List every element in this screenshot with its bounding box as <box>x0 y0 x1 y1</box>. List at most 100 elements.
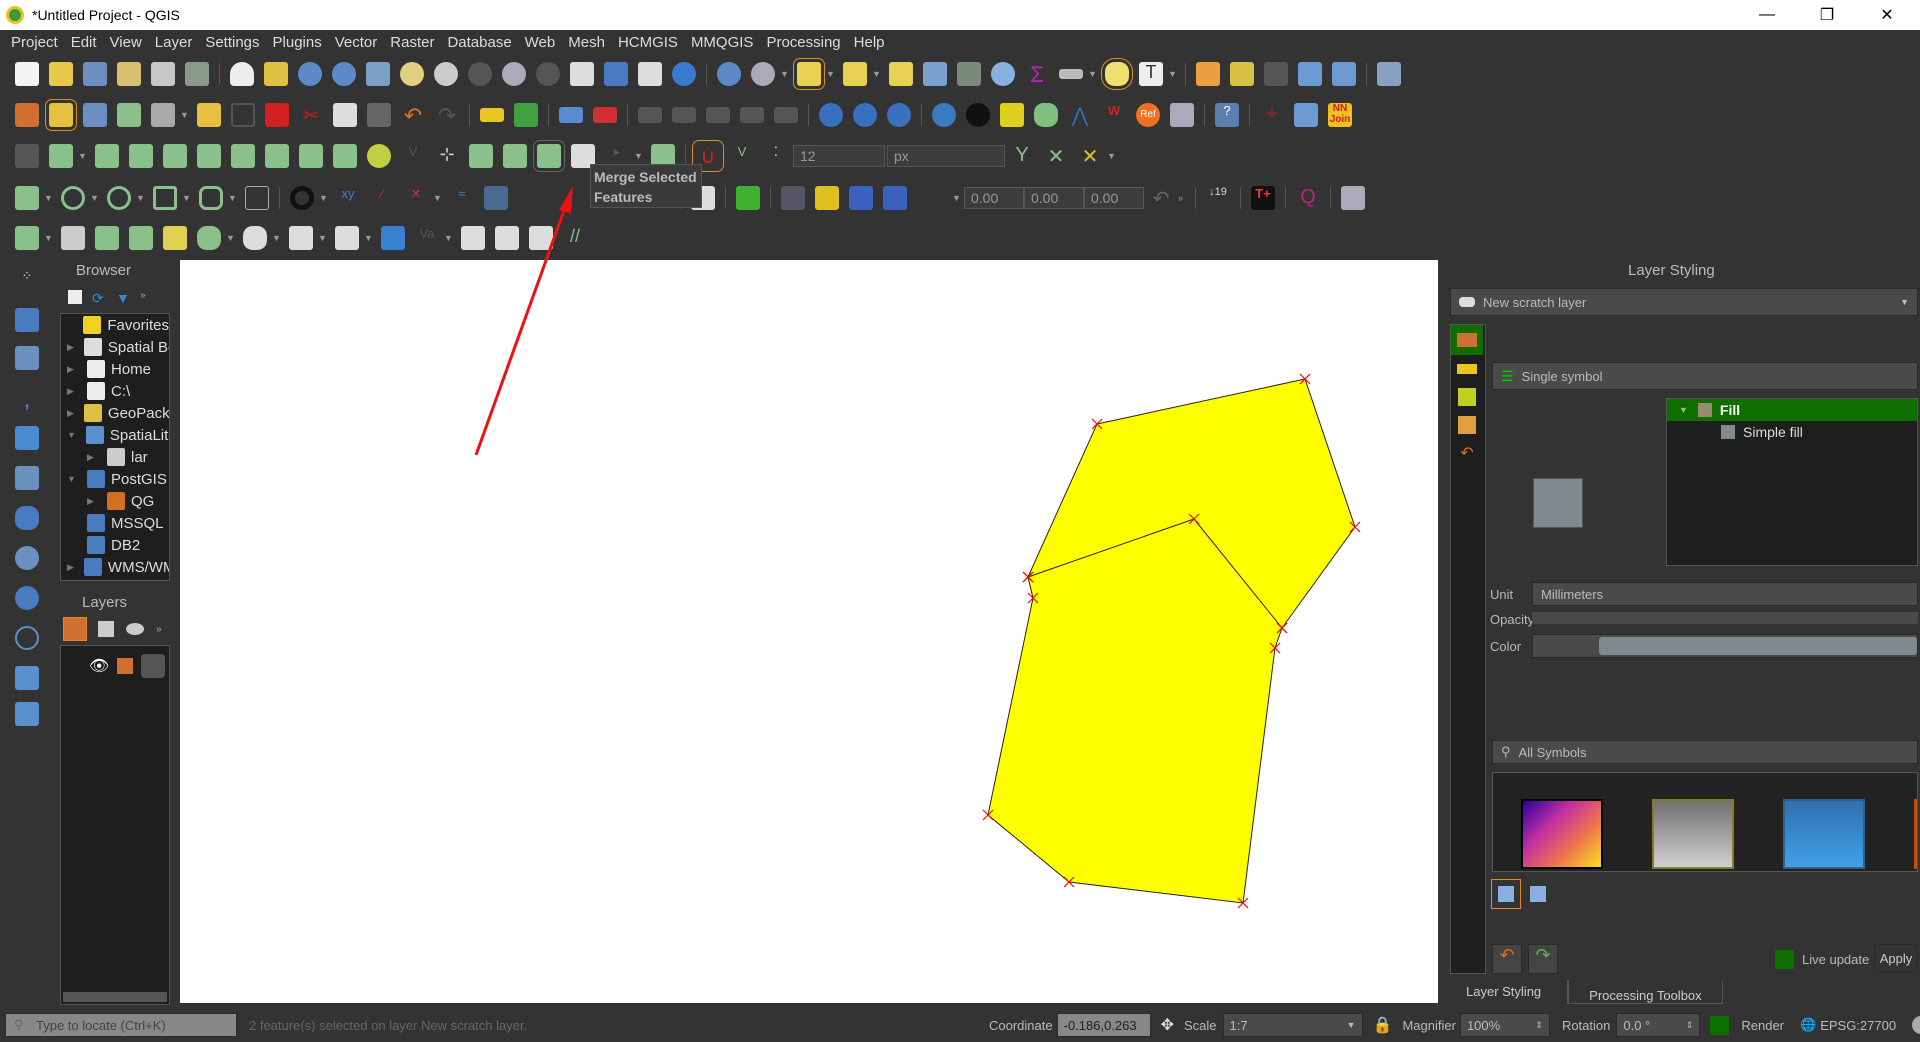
split-parts-icon[interactable] <box>367 144 391 168</box>
menu-plugins[interactable]: Plugins <box>273 34 322 51</box>
cut-features-icon[interactable]: ✂ <box>299 103 323 127</box>
expand-arrow-icon[interactable]: ▶ <box>67 342 74 353</box>
add-wms-icon[interactable] <box>15 546 39 570</box>
pin-labels-icon[interactable] <box>559 107 583 123</box>
history-tab[interactable]: ↶ <box>1451 439 1483 467</box>
lock-scale-icon[interactable]: 🔒 <box>1373 1015 1393 1035</box>
expand-arrow-icon[interactable]: ▶ <box>87 496 97 507</box>
layout-manager-icon[interactable] <box>151 62 175 86</box>
quickmapservices-icon[interactable] <box>1034 103 1058 127</box>
delete-selected-icon[interactable] <box>265 103 289 127</box>
layer-row-new-scratch-layer[interactable]: 👁 <box>89 654 166 678</box>
snap-geom-icon[interactable] <box>289 226 313 250</box>
processing-toolbox-icon[interactable] <box>991 62 1015 86</box>
renderer-combo[interactable]: ☰ Single symbol <box>1492 362 1918 390</box>
new-virtual-layer-icon[interactable] <box>1377 62 1401 86</box>
zoom-next-icon[interactable] <box>536 62 560 86</box>
symbol-gradient-gray[interactable] <box>1652 799 1734 869</box>
symbol-tree-fill-row[interactable]: ▼ Fill <box>1667 399 1917 421</box>
style-manager-icon[interactable] <box>185 62 209 86</box>
identify-features-icon[interactable] <box>717 62 741 86</box>
merge-attributes-icon[interactable] <box>503 144 527 168</box>
browser-item[interactable]: DB2 <box>61 534 169 556</box>
simplify-feature-icon[interactable] <box>299 144 323 168</box>
select-by-expression-icon[interactable] <box>843 62 867 86</box>
xy-tool-icon[interactable]: xy <box>336 186 360 210</box>
labels-tab[interactable] <box>1451 355 1483 383</box>
filter-browser-icon[interactable]: ▼ <box>116 290 130 306</box>
symbol-search-input[interactable]: ⚲ All Symbols <box>1492 740 1918 764</box>
add-wcs-icon[interactable] <box>15 586 39 610</box>
menu-mesh[interactable]: Mesh <box>568 34 605 51</box>
redo-icon[interactable]: ↷ <box>435 103 459 128</box>
browser-item[interactable]: MSSQL <box>61 512 169 534</box>
add-spatialite-layer-icon[interactable] <box>15 426 39 450</box>
vertex-tool-icon[interactable] <box>151 103 175 127</box>
vertex-analysis-icon[interactable]: Va <box>415 226 439 250</box>
shape-d-icon[interactable] <box>495 226 519 250</box>
list-view-button[interactable] <box>1524 880 1552 908</box>
shape-s-icon[interactable] <box>529 226 553 250</box>
fill-ring-icon[interactable] <box>129 144 153 168</box>
manage-visibility-icon[interactable] <box>126 623 144 635</box>
add-circle-icon[interactable] <box>61 186 85 210</box>
plugin-tool-icon[interactable] <box>1170 103 1194 127</box>
transform-z-input[interactable]: 0.00 <box>1084 187 1144 209</box>
current-edits-icon[interactable] <box>15 103 39 127</box>
undo-style-button[interactable]: ↶ <box>1492 944 1522 974</box>
zoom-full-icon[interactable] <box>366 62 390 86</box>
live-update-checkbox[interactable] <box>1775 950 1794 969</box>
new-print-layout-icon[interactable] <box>117 62 141 86</box>
undo-icon[interactable]: ↶ <box>401 103 425 128</box>
menu-edit[interactable]: Edit <box>71 34 97 51</box>
scale-combo[interactable]: 1:7 ▼ <box>1222 1013 1363 1037</box>
symbol-gradient-orange[interactable] <box>1914 799 1917 869</box>
measure-tool-icon[interactable] <box>484 186 508 210</box>
add-selected-layers-icon[interactable] <box>68 290 82 304</box>
wkt-icon[interactable]: W <box>1102 103 1126 127</box>
menu-help[interactable]: Help <box>854 34 885 51</box>
menu-processing[interactable]: Processing <box>766 34 840 51</box>
symbology-tab[interactable] <box>1451 325 1483 355</box>
label-toolbar-icon[interactable] <box>480 108 504 122</box>
parallel-icon[interactable]: // <box>563 226 587 250</box>
expand-arrow-icon[interactable]: ▶ <box>67 408 74 419</box>
explode-icon[interactable] <box>129 226 153 250</box>
delete-part-icon[interactable] <box>197 144 221 168</box>
digitize-with-segment-icon[interactable] <box>15 144 39 168</box>
expand-arrow-icon[interactable]: ▶ <box>87 452 97 463</box>
minimize-button[interactable]: — <box>1744 0 1790 30</box>
layer-visibility-eye-icon[interactable]: 👁 <box>89 656 109 676</box>
highlight-labels-icon[interactable] <box>593 107 617 123</box>
new-spatialite-layer-icon[interactable] <box>1298 62 1322 86</box>
copy-features-icon[interactable] <box>333 103 357 127</box>
text-plus-icon[interactable]: T+ <box>1251 186 1275 210</box>
open-project-icon[interactable] <box>49 62 73 86</box>
zoom-in-icon[interactable] <box>298 62 322 86</box>
shape-digitize-icon[interactable] <box>736 186 760 210</box>
menu-database[interactable]: Database <box>447 34 511 51</box>
new-temporary-layer-icon[interactable] <box>1332 62 1356 86</box>
apply-button[interactable]: Apply <box>1874 944 1918 972</box>
label-properties-icon[interactable] <box>774 107 798 123</box>
dissolve-icon[interactable] <box>243 226 267 250</box>
statistical-summary-icon[interactable]: Σ <box>1025 62 1049 87</box>
map-feature-polygon-2[interactable] <box>987 518 1283 904</box>
new-geopackage-layer-icon[interactable] <box>1230 62 1254 86</box>
expand-arrow-icon[interactable]: ▼ <box>67 474 77 484</box>
map-tips-icon[interactable] <box>1101 58 1133 90</box>
plugin-reloader-icon[interactable] <box>966 103 990 127</box>
field-calculator-icon[interactable] <box>957 62 981 86</box>
change-label-icon[interactable] <box>740 107 764 123</box>
split-feature-plugin-icon[interactable] <box>61 226 85 250</box>
layers-horizontal-scrollbar[interactable] <box>63 992 167 1002</box>
snapping-unit-select[interactable]: px <box>887 145 1005 167</box>
browser-item[interactable]: ▶ WMS/WMTS <box>61 556 169 578</box>
add-wfs-icon[interactable] <box>15 626 39 650</box>
georeferencer-icon[interactable] <box>1294 103 1318 127</box>
trim-extend-icon[interactable]: ⊹ <box>435 144 459 168</box>
qgis-q-icon[interactable]: Q <box>1296 186 1320 210</box>
browser-item[interactable]: Favorites <box>61 314 169 336</box>
symbol-tree-simple-fill-row[interactable]: Simple fill <box>1667 421 1917 443</box>
show-hide-labels-icon[interactable] <box>638 107 662 123</box>
